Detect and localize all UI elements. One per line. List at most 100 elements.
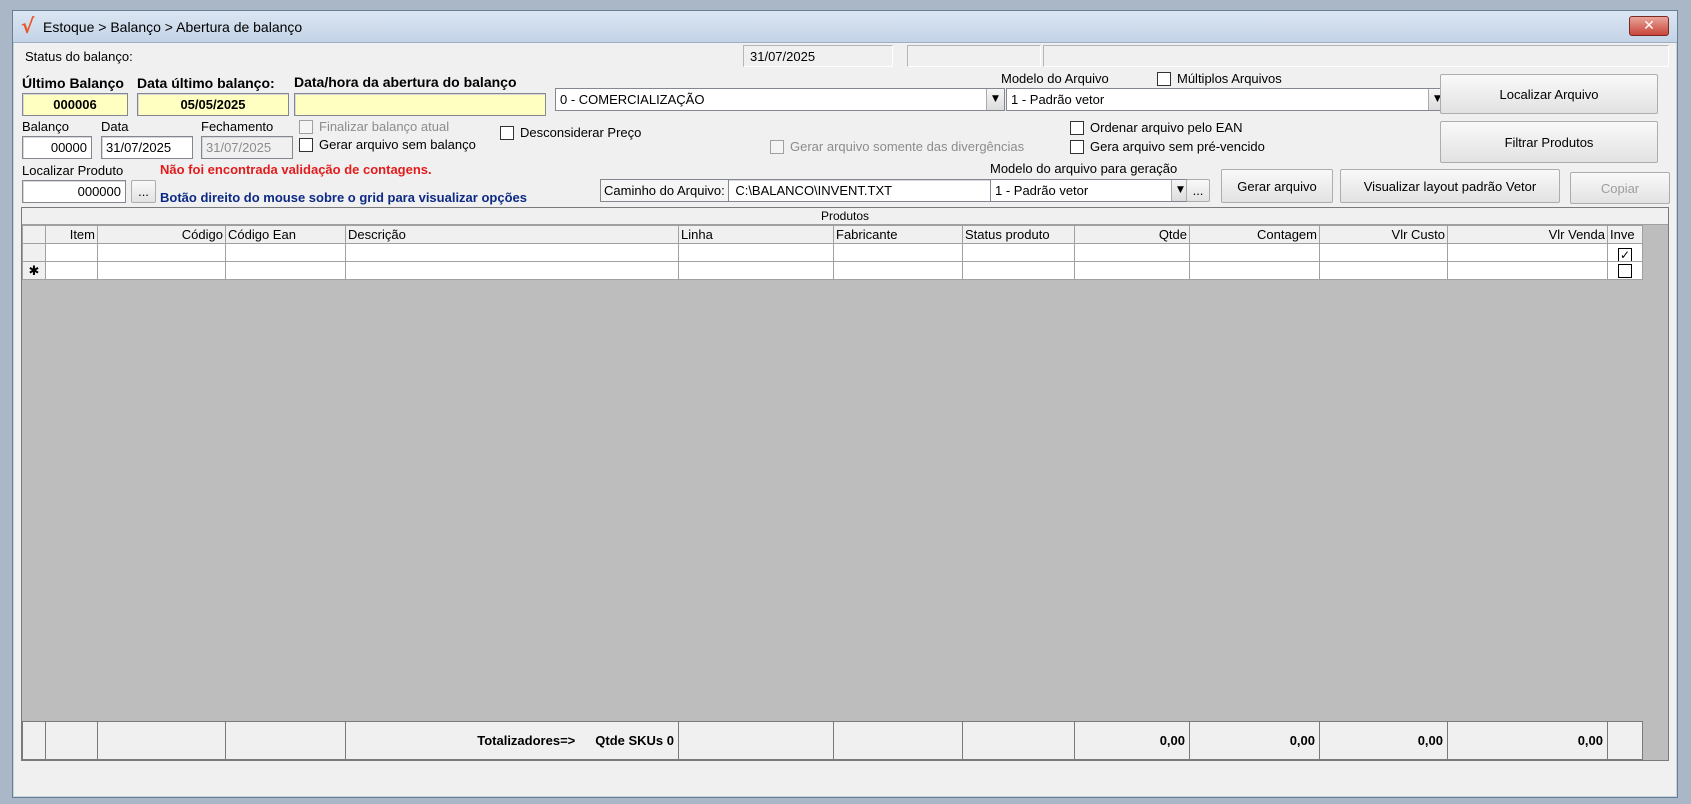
cell[interactable] [45, 261, 98, 280]
checkbox-checked-icon[interactable]: ✓ [1618, 248, 1632, 261]
grid-caption: Produtos [22, 208, 1668, 225]
totals-row: Totalizadores=> Qtde SKUs 0 0,00 0,00 0,0… [22, 721, 1643, 760]
app-logo-icon: √ [21, 14, 35, 38]
cell[interactable] [1319, 243, 1448, 262]
cell[interactable] [345, 261, 679, 280]
fechamento-field: 31/07/2025 [201, 136, 293, 159]
window-title: Estoque > Balanço > Abertura de balanço [43, 19, 303, 35]
table-row-new[interactable]: ✱ [22, 261, 1643, 280]
column-header-vlr-venda[interactable]: Vlr Venda [1447, 225, 1608, 244]
gerar-arquivo-button[interactable]: Gerar arquivo [1221, 169, 1333, 203]
column-header-fabricante[interactable]: Fabricante [833, 225, 963, 244]
localizar-arquivo-button[interactable]: Localizar Arquivo [1440, 74, 1658, 114]
checkbox-icon[interactable] [770, 139, 784, 154]
new-row-marker-icon: ✱ [22, 261, 46, 280]
caminho-arquivo-input[interactable]: C:\BALANCO\INVENT.TXT [732, 180, 895, 201]
column-header-linha[interactable]: Linha [678, 225, 834, 244]
totals-cell [97, 721, 226, 760]
modelo-arquivo-label: Modelo do Arquivo [1001, 71, 1109, 86]
totals-contagem: 0,00 [1189, 721, 1320, 760]
cell[interactable] [1189, 261, 1320, 280]
totals-cell [45, 721, 98, 760]
ordenar-ean-label: Ordenar arquivo pelo EAN [1090, 120, 1243, 135]
cell[interactable] [962, 243, 1075, 262]
tipo-balanco-select[interactable]: 0 - COMERCIALIZAÇÃO ▼ [555, 88, 1005, 111]
cell[interactable]: ✓ [1607, 243, 1643, 262]
products-grid[interactable]: Produtos Item Código Código Ean Descriçã… [21, 207, 1669, 761]
cell[interactable] [1074, 261, 1190, 280]
divergencias-checkbox[interactable]: Gerar arquivo somente das divergências [770, 139, 1024, 154]
column-header-item[interactable]: Item [45, 225, 98, 244]
totals-label-cell: Totalizadores=> Qtde SKUs 0 [345, 721, 679, 760]
gerar-sem-balanco-label: Gerar arquivo sem balanço [319, 137, 476, 152]
cell[interactable] [1074, 243, 1190, 262]
cell[interactable] [833, 243, 963, 262]
row-header-corner [22, 225, 46, 244]
totals-cell [225, 721, 346, 760]
filtrar-produtos-button[interactable]: Filtrar Produtos [1440, 121, 1658, 163]
cell[interactable] [1447, 261, 1608, 280]
cell[interactable] [833, 261, 963, 280]
main-window: √ Estoque > Balanço > Abertura de balanç… [12, 10, 1678, 798]
fechamento-label: Fechamento [201, 119, 274, 134]
chevron-down-icon[interactable]: ▼ [986, 89, 1004, 110]
column-header-codigo[interactable]: Código [97, 225, 226, 244]
modelo-arquivo-value: 1 - Padrão vetor [1011, 92, 1105, 107]
column-header-status-produto[interactable]: Status produto [962, 225, 1075, 244]
modelo-geracao-select[interactable]: 1 - Padrão vetor ▼ [990, 179, 1190, 202]
checkbox-icon[interactable] [500, 125, 514, 140]
cell[interactable] [678, 243, 834, 262]
modelo-geracao-value: 1 - Padrão vetor [995, 183, 1089, 198]
column-header-inve[interactable]: Inve [1607, 225, 1643, 244]
checkbox-icon[interactable] [1070, 139, 1084, 154]
ordenar-ean-checkbox[interactable]: Ordenar arquivo pelo EAN [1070, 120, 1242, 135]
multiplos-arquivos-checkbox[interactable]: Múltiplos Arquivos [1157, 71, 1282, 86]
balanco-field[interactable]: 00000 [22, 136, 92, 159]
column-header-descricao[interactable]: Descrição [345, 225, 679, 244]
localizar-produto-field[interactable]: 000000 [22, 180, 126, 203]
checkbox-icon[interactable] [299, 119, 313, 134]
cell[interactable] [97, 261, 226, 280]
close-button[interactable]: ✕ [1629, 16, 1669, 36]
localizar-produto-button[interactable]: ... [131, 180, 156, 203]
checkbox-icon[interactable] [1157, 71, 1171, 86]
cell[interactable] [97, 243, 226, 262]
sem-prevencido-checkbox[interactable]: Gera arquivo sem pré-vencido [1070, 139, 1265, 154]
grid-header-row: Item Código Código Ean Descrição Linha F… [22, 225, 1643, 244]
cell[interactable] [1189, 243, 1320, 262]
column-header-vlr-custo[interactable]: Vlr Custo [1319, 225, 1448, 244]
finalizar-balanco-checkbox[interactable]: Finalizar balanço atual [299, 119, 449, 134]
column-header-contagem[interactable]: Contagem [1189, 225, 1320, 244]
totals-vlr-custo: 0,00 [1319, 721, 1448, 760]
sem-prevencido-label: Gera arquivo sem pré-vencido [1090, 139, 1265, 154]
cell[interactable] [225, 261, 346, 280]
abertura-field[interactable] [294, 93, 546, 116]
data-label: Data [101, 119, 129, 134]
checkbox-icon[interactable] [1618, 264, 1632, 278]
data-field[interactable]: 31/07/2025 [101, 136, 193, 159]
status-date: 31/07/2025 [743, 45, 893, 67]
cell[interactable] [345, 243, 679, 262]
cell[interactable] [1607, 261, 1643, 280]
modelo-arquivo-select[interactable]: 1 - Padrão vetor ▼ [1006, 88, 1447, 111]
table-row[interactable]: ✓ [22, 243, 1643, 262]
checkbox-icon[interactable] [1070, 120, 1084, 135]
desconsiderar-preco-checkbox[interactable]: Desconsiderar Preço [500, 125, 641, 140]
column-header-qtde[interactable]: Qtde [1074, 225, 1190, 244]
cell[interactable] [1447, 243, 1608, 262]
cell[interactable] [678, 261, 834, 280]
cell[interactable] [45, 243, 98, 262]
totals-cell [678, 721, 834, 760]
cell[interactable] [1319, 261, 1448, 280]
copiar-button[interactable]: Copiar [1570, 172, 1670, 204]
visualizar-layout-button[interactable]: Visualizar layout padrão Vetor [1340, 169, 1560, 203]
modelo-geracao-ellipsis-button[interactable]: ... [1186, 179, 1210, 202]
gerar-sem-balanco-checkbox[interactable]: Gerar arquivo sem balanço [299, 137, 476, 152]
modelo-geracao-label: Modelo do arquivo para geração [990, 161, 1178, 176]
checkbox-icon[interactable] [299, 137, 313, 152]
column-header-codigo-ean[interactable]: Código Ean [225, 225, 346, 244]
cell[interactable] [225, 243, 346, 262]
totals-cell [1607, 721, 1643, 760]
cell[interactable] [962, 261, 1075, 280]
row-header[interactable] [22, 243, 46, 262]
